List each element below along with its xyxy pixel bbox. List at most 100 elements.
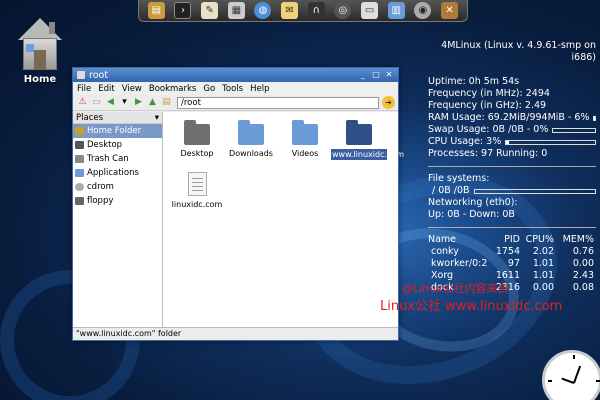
toolbar: ⚠ ▭ ◀ ▾ ▶ ▲ ▤ /root ➜ [73, 95, 398, 111]
system-monitor-panel: 4MLinux (Linux v. 4.9.61-smp on i686) Up… [428, 40, 600, 294]
fs-row: / 0B /0B [428, 185, 600, 197]
audio-icon[interactable]: ◉ [414, 2, 432, 19]
sidebar-item-label: Desktop [87, 140, 123, 150]
places-sidebar: Places ▾ Home Folder Desktop Trash Can Ap… [73, 112, 163, 327]
film-icon[interactable]: ◎ [334, 2, 352, 19]
address-bar[interactable]: /root [177, 96, 379, 109]
menu-bookmarks[interactable]: Bookmarks [149, 84, 197, 94]
file-label: Videos [291, 149, 319, 158]
menu-help[interactable]: Help [250, 84, 269, 94]
new-tab-icon[interactable]: ▭ [90, 96, 103, 109]
text-editor-icon[interactable]: ✎ [201, 2, 219, 19]
places-title: Places [76, 112, 104, 123]
freq-ghz-text: Frequency (in GHz): 2.49 [428, 100, 547, 111]
sidebar-item-label: Trash Can [87, 154, 129, 164]
sidebar-item-floppy[interactable]: floppy [73, 194, 162, 208]
dock-bar: ▤ › ✎ ▦ ◍ ✉ ∩ ◎ ▭ ▥ ◉ ✕ [138, 0, 468, 22]
back-icon[interactable]: ◀ [104, 96, 117, 109]
uptime-text: Uptime: 0h 5m 54s [428, 76, 520, 87]
menu-edit[interactable]: Edit [98, 84, 114, 94]
minimize-icon[interactable]: _ [358, 70, 368, 80]
sidebar-item-applications[interactable]: Applications [73, 166, 162, 180]
terminal-icon[interactable]: › [174, 2, 192, 19]
fs-bar [473, 188, 596, 194]
warning-icon[interactable]: ⚠ [76, 96, 89, 109]
proc-header: CPU% [525, 234, 554, 245]
processes-text: Processes: 97 Running: 0 [428, 148, 548, 159]
places-header[interactable]: Places ▾ [73, 112, 162, 124]
browser-icon[interactable]: ◍ [254, 2, 272, 19]
file-item-downloads[interactable]: Downloads [223, 120, 279, 158]
proc-cell: 2.43 [572, 270, 594, 281]
file-item-linuxidc-file[interactable]: linuxidc.com [169, 172, 225, 209]
sidebar-item-label: Applications [87, 168, 139, 178]
floppy-icon [75, 197, 84, 205]
ram-bar [593, 115, 596, 121]
menu-bar: File Edit View Bookmarks Go Tools Help [73, 82, 398, 95]
proc-cell: 2.02 [532, 246, 554, 257]
window-title: root [89, 69, 109, 81]
menu-tools[interactable]: Tools [222, 84, 243, 94]
forward-icon[interactable]: ▶ [132, 96, 145, 109]
cpu-text: CPU Usage: 3% [428, 136, 502, 147]
file-manager-icon[interactable]: ▥ [387, 2, 405, 19]
sidebar-item-label: Home Folder [87, 126, 142, 136]
fs-label: File systems: [428, 173, 490, 184]
file-label: www.linuxidc.com [331, 149, 405, 160]
headphones-icon[interactable]: ∩ [307, 2, 325, 19]
desktop-icon [75, 141, 84, 149]
folder-icon [184, 120, 210, 145]
proc-cell: 1754 [495, 246, 520, 257]
folder-icon [292, 120, 318, 145]
swap-bar [552, 127, 596, 133]
home-label: Home [23, 74, 57, 85]
home-folder-icon[interactable]: ▤ [160, 96, 173, 109]
mail-icon[interactable]: ✉ [281, 2, 299, 19]
file-item-desktop[interactable]: Desktop [169, 120, 225, 158]
proc-cell: 0.00 [572, 258, 594, 269]
file-label: linuxidc.com [171, 200, 223, 209]
folder-icon [346, 120, 372, 145]
cpu-row: CPU Usage: 3% [428, 136, 600, 148]
sidebar-item-cdrom[interactable]: cdrom [73, 180, 162, 194]
file-label: Downloads [229, 149, 273, 158]
settings-icon[interactable]: ✕ [441, 2, 459, 19]
history-dropdown-icon[interactable]: ▾ [118, 96, 131, 109]
proc-header: Name [428, 234, 457, 245]
file-item-videos[interactable]: Videos [277, 120, 333, 158]
divider [428, 227, 596, 228]
calculator-icon[interactable]: ▦ [227, 2, 245, 19]
sidebar-item-trash[interactable]: Trash Can [73, 152, 162, 166]
file-manager-window: root _ □ ✕ File Edit View Bookmarks Go T… [72, 67, 405, 341]
menu-go[interactable]: Go [203, 84, 215, 94]
sidebar-item-desktop[interactable]: Desktop [73, 138, 162, 152]
system-title: 4MLinux (Linux v. 4.9.61-smp on i686) [441, 40, 596, 63]
archive-icon[interactable]: ▤ [147, 2, 165, 19]
file-label: Desktop [180, 149, 214, 158]
divider [428, 166, 596, 167]
chevron-down-icon[interactable]: ▾ [155, 113, 159, 123]
home-icon [15, 18, 65, 70]
trash-icon [75, 155, 84, 163]
file-item-linuxidc-folder[interactable]: www.linuxidc.com [331, 120, 405, 160]
ram-text: RAM Usage: 69.2MiB/994MiB - 6% [428, 112, 590, 123]
go-icon[interactable]: ➜ [382, 96, 395, 109]
document-icon [187, 172, 207, 196]
watermark-line: Linux公社 www.linuxidc.com [380, 299, 563, 314]
ram-row: RAM Usage: 69.2MiB/994MiB - 6% [428, 112, 600, 124]
sidebar-item-home[interactable]: Home Folder [73, 124, 162, 138]
up-icon[interactable]: ▲ [146, 96, 159, 109]
menu-view[interactable]: View [122, 84, 142, 94]
window-titlebar[interactable]: root _ □ ✕ [73, 68, 398, 82]
cpu-bar [505, 139, 596, 145]
sidebar-item-label: cdrom [87, 182, 114, 192]
menu-file[interactable]: File [77, 84, 91, 94]
proc-cell: 0.00 [532, 282, 554, 293]
clock-widget [542, 350, 600, 400]
proc-header: MEM% [562, 234, 594, 245]
printer-icon[interactable]: ▭ [361, 2, 379, 19]
close-icon[interactable]: ✕ [384, 70, 394, 80]
window-body: Places ▾ Home Folder Desktop Trash Can Ap… [73, 112, 405, 327]
desktop-home-shortcut[interactable]: Home [12, 18, 68, 85]
maximize-icon[interactable]: □ [371, 70, 381, 80]
